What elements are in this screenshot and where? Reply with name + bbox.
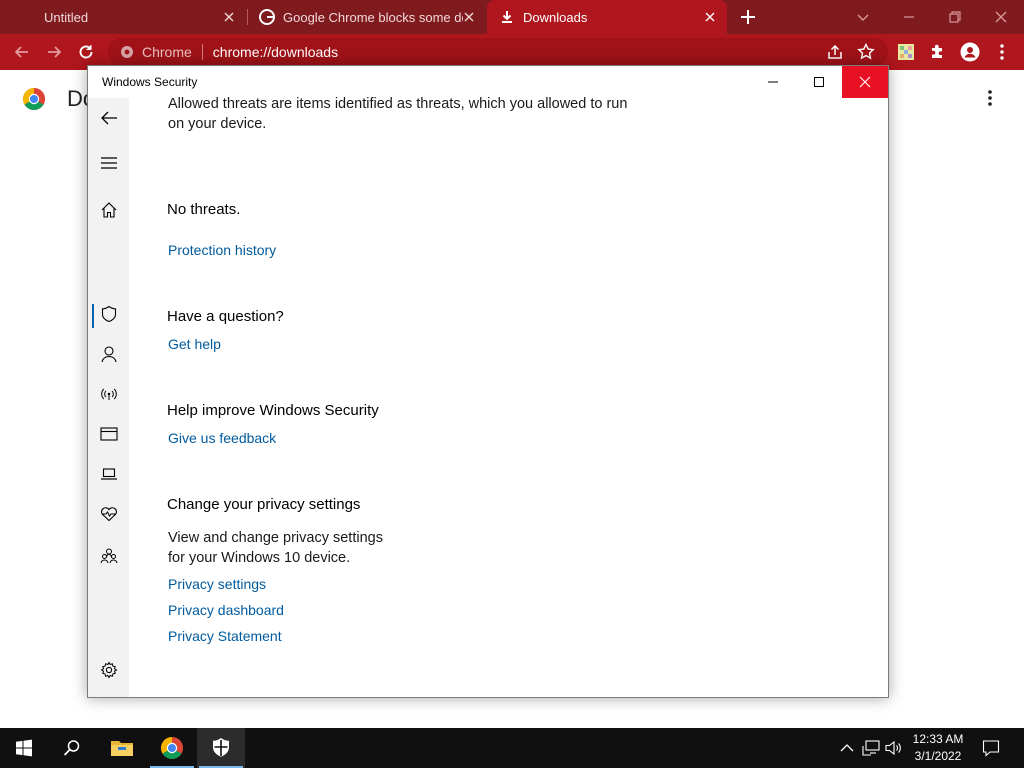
tab-separator <box>247 9 248 25</box>
navigation-rail <box>88 98 129 697</box>
action-center-notification-icon[interactable] <box>982 738 1000 758</box>
device-security-icon[interactable] <box>98 463 120 485</box>
url-text: chrome://downloads <box>212 44 339 60</box>
shield-icon[interactable] <box>98 303 120 325</box>
back-icon[interactable] <box>12 42 32 62</box>
no-threats-text: No threats. <box>167 201 241 218</box>
maximize-button[interactable] <box>796 66 842 98</box>
close-icon[interactable] <box>220 8 238 26</box>
tab-untitled[interactable]: Untitled <box>0 0 246 34</box>
privacy-statement-link[interactable]: Privacy Statement <box>168 628 282 644</box>
site-chip-label: Chrome <box>142 44 192 60</box>
close-button[interactable] <box>842 66 888 98</box>
start-icon[interactable] <box>0 728 48 768</box>
chrome-small-icon <box>120 45 134 59</box>
intro-text-line-2: on your device. <box>168 116 267 132</box>
minimize-icon[interactable] <box>899 7 919 27</box>
improve-heading: Help improve Windows Security <box>167 402 379 419</box>
close-icon <box>859 76 871 88</box>
file-explorer-icon[interactable] <box>98 728 146 768</box>
bookmark-star-icon[interactable] <box>856 42 876 62</box>
allowed-threats-content: Allowed threats are items identified as … <box>129 96 888 697</box>
close-window-icon[interactable] <box>991 7 1011 27</box>
windows-security-window: Windows Security Allowed threats are ite… <box>87 65 889 698</box>
minimize-button[interactable] <box>750 66 796 98</box>
new-tab-plus-icon[interactable] <box>738 7 758 27</box>
download-icon <box>499 9 515 25</box>
question-heading: Have a question? <box>167 308 284 325</box>
device-health-icon[interactable] <box>98 503 120 525</box>
extensions-puzzle-icon[interactable] <box>928 42 948 62</box>
tab-title: Google Chrome blocks some dow <box>283 9 463 25</box>
tab-search-chevron-icon[interactable] <box>853 7 873 27</box>
give-feedback-link[interactable]: Give us feedback <box>168 430 276 446</box>
site-chip[interactable]: Chrome <box>120 44 192 60</box>
back-arrow-icon[interactable] <box>98 107 120 129</box>
account-icon[interactable] <box>98 343 120 365</box>
app-browser-control-icon[interactable] <box>98 423 120 445</box>
close-icon[interactable] <box>701 8 719 26</box>
chrome-menu-kebab-icon[interactable] <box>992 42 1012 62</box>
window-title: Windows Security <box>102 75 198 89</box>
privacy-description-line-1: View and change privacy settings <box>168 530 383 546</box>
system-clock[interactable]: 12:33 AM 3/1/2022 <box>906 731 970 765</box>
chrome-icon[interactable] <box>148 728 196 768</box>
chrome-tabstrip: Untitled Google Chrome blocks some dow D… <box>0 0 1024 34</box>
privacy-description-line-2: for your Windows 10 device. <box>168 550 351 566</box>
minimize-icon <box>768 81 778 83</box>
reload-icon[interactable] <box>76 42 96 62</box>
home-icon[interactable] <box>98 199 120 221</box>
close-icon[interactable] <box>460 8 478 26</box>
profile-avatar-icon[interactable] <box>960 42 980 62</box>
volume-icon[interactable] <box>885 738 903 758</box>
share-icon[interactable] <box>825 42 845 62</box>
restore-icon[interactable] <box>945 7 965 27</box>
tab-title: Untitled <box>44 9 89 25</box>
protection-history-link[interactable]: Protection history <box>168 242 276 258</box>
forward-icon[interactable] <box>44 42 64 62</box>
privacy-settings-link[interactable]: Privacy settings <box>168 576 266 592</box>
chrome-logo-icon <box>22 87 46 111</box>
tab-chrome-blocks-article[interactable]: Google Chrome blocks some dow <box>250 0 486 34</box>
privacy-heading: Change your privacy settings <box>167 496 361 513</box>
hamburger-menu-icon[interactable] <box>98 152 120 174</box>
show-hidden-icons-chevron-icon[interactable] <box>838 738 856 758</box>
network-icon[interactable] <box>862 738 880 758</box>
clock-time: 12:33 AM <box>912 732 964 746</box>
intro-text-line-1: Allowed threats are items identified as … <box>168 96 628 112</box>
taskbar: 12:33 AM 3/1/2022 <box>0 728 1024 768</box>
windows-security-icon[interactable] <box>197 728 245 768</box>
nav-selection-indicator <box>92 304 94 328</box>
family-options-icon[interactable] <box>98 545 120 567</box>
get-help-link[interactable]: Get help <box>168 336 221 352</box>
search-icon[interactable] <box>48 728 96 768</box>
settings-gear-icon[interactable] <box>98 659 120 681</box>
privacy-dashboard-link[interactable]: Privacy dashboard <box>168 602 284 618</box>
google-favicon-icon <box>259 9 275 25</box>
omnibox-divider <box>201 44 203 60</box>
clock-date: 3/1/2022 <box>914 749 962 763</box>
tab-title: Downloads <box>523 9 588 25</box>
omnibox[interactable]: Chrome chrome://downloads <box>108 38 888 66</box>
page-menu-kebab-icon[interactable] <box>984 88 996 108</box>
tab-downloads[interactable]: Downloads <box>487 0 727 34</box>
firewall-network-icon[interactable] <box>98 383 120 405</box>
extension-grid-icon[interactable] <box>896 42 916 62</box>
maximize-icon <box>814 77 824 87</box>
